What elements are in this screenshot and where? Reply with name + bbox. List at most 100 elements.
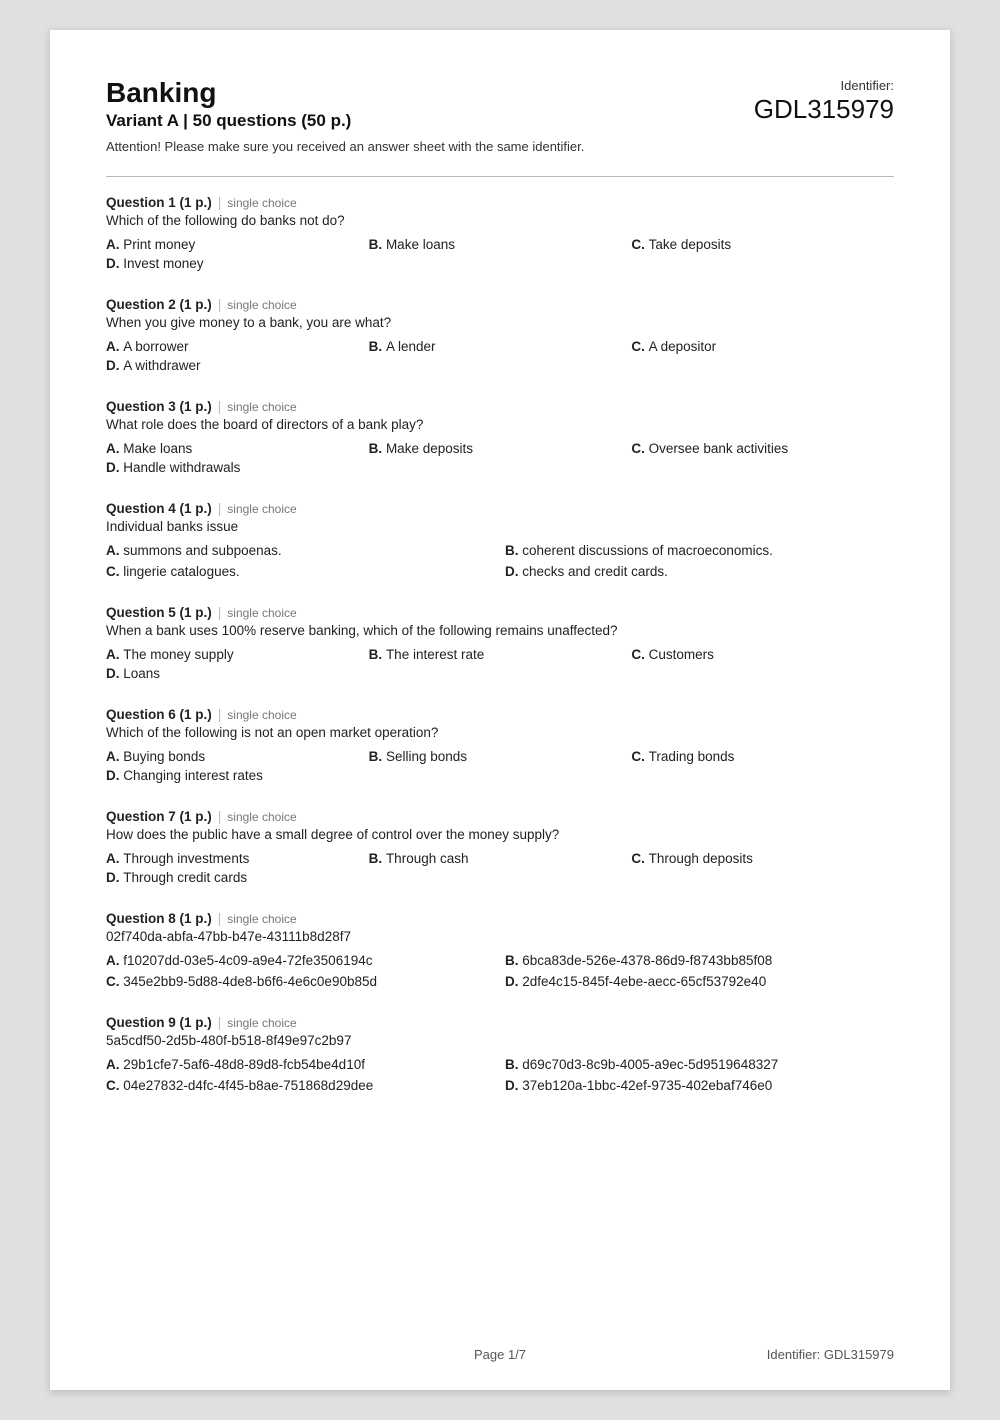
question-9-option-2: C. 04e27832-d4fc-4f45-b8ae-751868d29dee (106, 1078, 495, 1093)
question-1-option-1-text: Make loans (386, 237, 455, 252)
question-8-separator: | (218, 911, 222, 926)
questions-container: Question 1 (1 p.) | single choiceWhich o… (106, 195, 894, 1097)
question-7-option-1-text: Through cash (386, 851, 469, 866)
question-5-option-3: D. Loans (106, 666, 894, 681)
question-3: Question 3 (1 p.) | single choiceWhat ro… (106, 399, 894, 479)
question-2-type: single choice (227, 298, 296, 312)
question-8: Question 8 (1 p.) | single choice 02f740d… (106, 911, 894, 993)
question-9-header: Question 9 (1 p.) | single choice (106, 1015, 894, 1030)
question-8-option-2: C. 345e2bb9-5d88-4de8-b6f6-4e6c0e90b85d (106, 974, 495, 989)
question-3-option-0-text: Make loans (123, 441, 192, 456)
question-3-option-2-letter: C. (631, 441, 648, 456)
question-8-option-0-letter: A. (106, 953, 123, 968)
question-5: Question 5 (1 p.) | single choice When a … (106, 605, 894, 685)
header-left: Banking Variant A | 50 questions (50 p.) (106, 78, 351, 131)
question-6-separator: | (218, 707, 222, 722)
question-6-option-1-text: Selling bonds (386, 749, 467, 764)
question-1-option-2: C. Take deposits (631, 237, 894, 252)
question-9-label: Question 9 (1 p.) (106, 1015, 212, 1030)
question-6-option-2-letter: C. (631, 749, 648, 764)
question-4: Question 4 (1 p.) | single choiceIndivid… (106, 501, 894, 583)
question-9-option-3-text: 37eb120a-1bbc-42ef-9735-402ebaf746e0 (522, 1078, 772, 1093)
question-5-option-1-letter: B. (369, 647, 386, 662)
question-6-header: Question 6 (1 p.) | single choice (106, 707, 894, 722)
question-2-option-0: A. A borrower (106, 339, 369, 354)
question-7-option-3-text: Through credit cards (123, 870, 247, 885)
question-2-option-0-letter: A. (106, 339, 123, 354)
question-9-option-0-letter: A. (106, 1057, 123, 1072)
question-9-option-1-text: d69c70d3-8c9b-4005-a9ec-5d9519648327 (522, 1057, 778, 1072)
question-2-option-2-letter: C. (631, 339, 648, 354)
question-4-option-1: B. coherent discussions of macroeconomic… (505, 543, 894, 558)
question-9-option-1-letter: B. (505, 1057, 522, 1072)
question-1-option-3: D. Invest money (106, 256, 894, 271)
question-2-option-2: C. A depositor (631, 339, 894, 354)
question-2: Question 2 (1 p.) | single choiceWhen yo… (106, 297, 894, 377)
question-7-option-1-letter: B. (369, 851, 386, 866)
question-7-option-2-text: Through deposits (649, 851, 753, 866)
question-5-option-1: B. The interest rate (369, 647, 632, 662)
question-8-option-1-letter: B. (505, 953, 522, 968)
question-7-options: A. Through investmentsB. Through cashC. … (106, 851, 894, 889)
question-9-separator: | (218, 1015, 222, 1030)
question-5-type: single choice (227, 606, 296, 620)
question-7-option-0-text: Through investments (123, 851, 249, 866)
question-4-option-3: D. checks and credit cards. (505, 564, 894, 579)
question-2-text: When you give money to a bank, you are w… (106, 315, 894, 330)
exam-subtitle: Variant A | 50 questions (50 p.) (106, 111, 351, 131)
question-7-type: single choice (227, 810, 296, 824)
question-5-option-3-letter: D. (106, 666, 123, 681)
question-8-option-1-text: 6bca83de-526e-4378-86d9-f8743bb85f08 (522, 953, 772, 968)
question-1-option-3-text: Invest money (123, 256, 203, 271)
question-5-text: When a bank uses 100% reserve banking, w… (106, 623, 894, 638)
question-9-option-1: B. d69c70d3-8c9b-4005-a9ec-5d9519648327 (505, 1057, 894, 1072)
question-2-option-2-text: A depositor (649, 339, 717, 354)
question-3-text: What role does the board of directors of… (106, 417, 894, 432)
question-4-option-2-letter: C. (106, 564, 123, 579)
question-6-options: A. Buying bondsB. Selling bondsC. Tradin… (106, 749, 894, 787)
question-7-option-1: B. Through cash (369, 851, 632, 866)
question-4-option-0-text: summons and subpoenas. (123, 543, 281, 558)
question-7-option-3: D. Through credit cards (106, 870, 894, 885)
divider (106, 176, 894, 177)
question-6-option-1-letter: B. (369, 749, 386, 764)
question-6-option-0: A. Buying bonds (106, 749, 369, 764)
question-8-option-2-letter: C. (106, 974, 123, 989)
question-6-label: Question 6 (1 p.) (106, 707, 212, 722)
question-2-option-1: B. A lender (369, 339, 632, 354)
question-6-option-0-text: Buying bonds (123, 749, 205, 764)
question-9-option-3: D. 37eb120a-1bbc-42ef-9735-402ebaf746e0 (505, 1078, 894, 1093)
question-9-text: 5a5cdf50-2d5b-480f-b518-8f49e97c2b97 (106, 1033, 894, 1048)
question-7-text: How does the public have a small degree … (106, 827, 894, 842)
question-4-option-2-text: lingerie catalogues. (123, 564, 239, 579)
question-1-text: Which of the following do banks not do? (106, 213, 894, 228)
question-4-type: single choice (227, 502, 296, 516)
question-3-option-1-text: Make deposits (386, 441, 473, 456)
question-3-type: single choice (227, 400, 296, 414)
question-1-option-2-text: Take deposits (649, 237, 732, 252)
question-3-option-0-letter: A. (106, 441, 123, 456)
question-9: Question 9 (1 p.) | single choice 5a5cdf5… (106, 1015, 894, 1097)
footer-page: Page 1/7 (474, 1347, 526, 1362)
identifier-value: GDL315979 (754, 94, 894, 125)
question-7-option-3-letter: D. (106, 870, 123, 885)
question-8-option-1: B. 6bca83de-526e-4378-86d9-f8743bb85f08 (505, 953, 894, 968)
question-2-option-3-letter: D. (106, 358, 123, 373)
question-5-separator: | (218, 605, 222, 620)
question-3-option-1-letter: B. (369, 441, 386, 456)
question-8-text: 02f740da-abfa-47bb-b47e-43111b8d28f7 (106, 929, 894, 944)
question-4-header: Question 4 (1 p.) | single choice (106, 501, 894, 516)
question-8-option-3: D. 2dfe4c15-845f-4ebe-aecc-65cf53792e40 (505, 974, 894, 989)
footer-id: Identifier: GDL315979 (767, 1347, 894, 1362)
header: Banking Variant A | 50 questions (50 p.)… (106, 78, 894, 131)
question-5-label: Question 5 (1 p.) (106, 605, 212, 620)
question-6-text: Which of the following is not an open ma… (106, 725, 894, 740)
question-5-header: Question 5 (1 p.) | single choice (106, 605, 894, 620)
identifier-label: Identifier: (754, 78, 894, 94)
question-8-header: Question 8 (1 p.) | single choice (106, 911, 894, 926)
question-3-label: Question 3 (1 p.) (106, 399, 212, 414)
question-4-option-3-letter: D. (505, 564, 522, 579)
question-9-option-0-text: 29b1cfe7-5af6-48d8-89d8-fcb54be4d10f (123, 1057, 365, 1072)
question-2-option-1-text: A lender (386, 339, 436, 354)
page: Banking Variant A | 50 questions (50 p.)… (50, 30, 950, 1390)
